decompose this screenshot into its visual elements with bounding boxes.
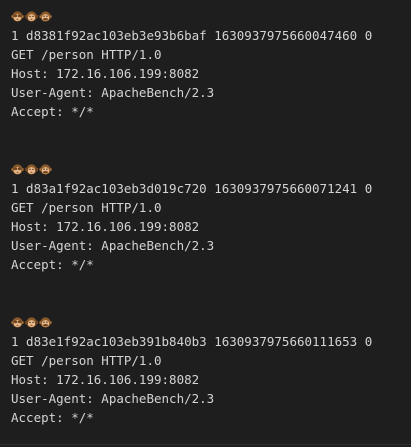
monkey-emoji-group xyxy=(11,6,411,26)
speak-no-evil-monkey-icon xyxy=(39,163,52,176)
host-header: Host: 172.16.106.199:8082 xyxy=(11,66,200,81)
accept-header: Accept: */* xyxy=(11,257,94,272)
speak-no-evil-monkey-icon xyxy=(39,10,52,23)
request-line: GET /person HTTP/1.0 xyxy=(11,200,162,215)
see-no-evil-monkey-icon xyxy=(11,10,24,23)
request-entry: 1 d8381f92ac103eb3e93b6baf 1630937975660… xyxy=(11,6,411,121)
trace-id-line: 1 d8381f92ac103eb3e93b6baf 1630937975660… xyxy=(11,28,373,43)
panel-divider xyxy=(0,444,411,445)
monkey-emoji-group xyxy=(11,159,411,179)
hear-no-evil-monkey-icon xyxy=(25,163,38,176)
terminal-output: 1 d8381f92ac103eb3e93b6baf 1630937975660… xyxy=(0,0,411,447)
monkey-emoji-group xyxy=(11,312,411,332)
accept-header: Accept: */* xyxy=(11,104,94,119)
speak-no-evil-monkey-icon xyxy=(39,316,52,329)
trace-id-line: 1 d83a1f92ac103eb3d019c720 1630937975660… xyxy=(11,181,373,196)
request-entry: 1 d83a1f92ac103eb3d019c720 1630937975660… xyxy=(11,159,411,274)
user-agent-header: User-Agent: ApacheBench/2.3 xyxy=(11,391,215,406)
host-header: Host: 172.16.106.199:8082 xyxy=(11,219,200,234)
user-agent-header: User-Agent: ApacheBench/2.3 xyxy=(11,85,215,100)
trace-id-line: 1 d83e1f92ac103eb391b840b3 1630937975660… xyxy=(11,334,373,349)
see-no-evil-monkey-icon xyxy=(11,316,24,329)
see-no-evil-monkey-icon xyxy=(11,163,24,176)
request-entry: 1 d83e1f92ac103eb391b840b3 1630937975660… xyxy=(11,312,411,427)
hear-no-evil-monkey-icon xyxy=(25,316,38,329)
request-line: GET /person HTTP/1.0 xyxy=(11,353,162,368)
hear-no-evil-monkey-icon xyxy=(25,10,38,23)
accept-header: Accept: */* xyxy=(11,410,94,425)
user-agent-header: User-Agent: ApacheBench/2.3 xyxy=(11,238,215,253)
host-header: Host: 172.16.106.199:8082 xyxy=(11,372,200,387)
request-line: GET /person HTTP/1.0 xyxy=(11,47,162,62)
